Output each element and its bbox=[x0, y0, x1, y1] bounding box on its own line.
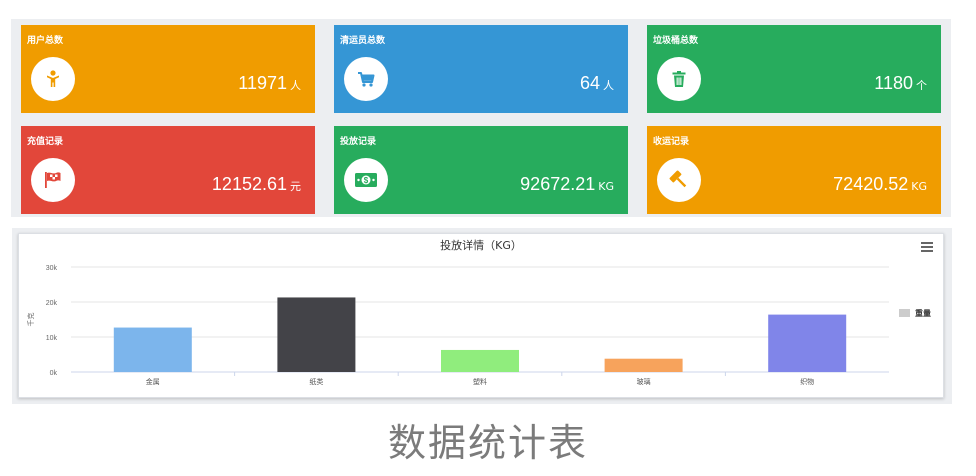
card-number: 1180 bbox=[874, 73, 913, 93]
x-tick-label: 织物 bbox=[800, 377, 814, 386]
bar-chart: 投放详情（KG） 0k 10k 20k 30k 千克金属 纸类 塑料 玻璃 织物 重量 bbox=[26, 238, 931, 386]
gavel-icon bbox=[657, 158, 701, 202]
x-tick-label: 玻璃 bbox=[637, 377, 651, 386]
x-tick-label: 纸类 bbox=[309, 377, 323, 386]
stats-cards-area: 用户总数 11971 人 清运员总数 64 人 垃圾桶总数 1180 个 充值记… bbox=[11, 19, 951, 217]
card-title: 清运员总数 bbox=[340, 36, 386, 46]
chart-title: 投放详情（KG） bbox=[440, 238, 522, 252]
card-value: 92672.21 KG bbox=[520, 174, 614, 195]
card-value: 11971 人 bbox=[238, 73, 301, 94]
card-user-total[interactable]: 用户总数 11971 人 bbox=[21, 25, 315, 113]
card-cleaner-total[interactable]: 清运员总数 64 人 bbox=[334, 25, 628, 113]
card-number: 92672.21 bbox=[520, 174, 596, 194]
x-tick-label: 金属 bbox=[146, 377, 160, 386]
y-tick-label: 0k bbox=[50, 370, 58, 377]
person-icon bbox=[31, 57, 75, 101]
card-trashcan-total[interactable]: 垃圾桶总数 1180 个 bbox=[647, 25, 941, 113]
y-tick-label: 30k bbox=[46, 265, 58, 272]
card-value: 12152.61 元 bbox=[212, 174, 301, 195]
bar bbox=[113, 327, 192, 372]
cart-icon bbox=[344, 57, 388, 101]
card-value: 72420.52 KG bbox=[833, 174, 927, 195]
y-tick-label: 10k bbox=[46, 335, 58, 342]
card-value: 64 人 bbox=[580, 73, 614, 94]
x-tick-label: 塑料 bbox=[473, 377, 487, 386]
legend-swatch bbox=[899, 309, 910, 317]
chart-container: 投放详情（KG） 0k 10k 20k 30k 千克金属 纸类 塑料 玻璃 织物 重量 bbox=[18, 233, 944, 398]
y-axis-label: 千克 bbox=[26, 313, 35, 327]
trash-icon bbox=[657, 57, 701, 101]
card-unit: 人 bbox=[603, 79, 614, 92]
card-title: 收运记录 bbox=[653, 137, 690, 147]
card-collection-records[interactable]: 收运记录 72420.52 KG bbox=[647, 126, 941, 214]
bar bbox=[277, 297, 356, 372]
bar bbox=[604, 358, 683, 372]
card-recharge-records[interactable]: 充值记录 12152.61 元 bbox=[21, 126, 315, 214]
bar bbox=[441, 349, 519, 372]
card-value: 1180 个 bbox=[874, 73, 927, 94]
money-icon: $ bbox=[344, 158, 388, 202]
card-title: 充值记录 bbox=[27, 137, 64, 147]
card-unit: KG bbox=[598, 180, 614, 193]
card-number: 11971 bbox=[238, 73, 287, 93]
card-title: 用户总数 bbox=[27, 36, 64, 46]
card-number: 12152.61 bbox=[211, 174, 287, 194]
card-number: 72420.52 bbox=[833, 174, 909, 194]
hamburger-menu-icon[interactable] bbox=[921, 242, 933, 252]
card-title: 垃圾桶总数 bbox=[653, 36, 699, 46]
card-unit: 个 bbox=[916, 79, 927, 92]
card-unit: 人 bbox=[290, 79, 301, 92]
chart-panel: 投放详情（KG） 0k 10k 20k 30k 千克金属 纸类 塑料 玻璃 织物 重量 bbox=[12, 228, 952, 404]
card-unit: KG bbox=[911, 180, 927, 193]
legend-label: 重量 bbox=[915, 308, 931, 318]
svg-text:$: $ bbox=[364, 176, 369, 185]
flag-icon bbox=[31, 158, 75, 202]
y-tick-label: 20k bbox=[46, 300, 58, 307]
bar bbox=[768, 314, 847, 372]
card-unit: 元 bbox=[290, 180, 301, 193]
card-dropoff-records[interactable]: 投放记录 $ 92672.21 KG bbox=[334, 126, 628, 214]
card-title: 投放记录 bbox=[340, 137, 377, 147]
card-number: 64 bbox=[579, 73, 600, 93]
page-caption: 数据统计表 bbox=[387, 421, 588, 465]
